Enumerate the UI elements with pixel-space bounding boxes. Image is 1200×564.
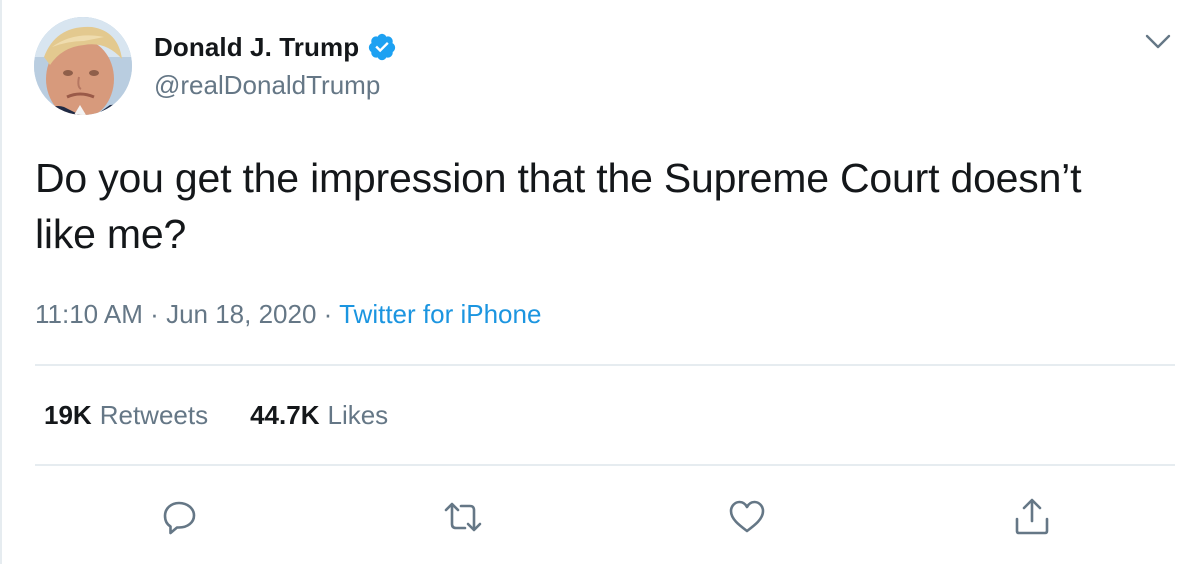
tweet-card: Donald J. Trump @realDonaldTrump Do you …: [0, 0, 1200, 564]
heart-icon: [729, 500, 765, 533]
retweets-label: Retweets: [99, 400, 209, 430]
tweet-date[interactable]: Jun 18, 2020: [166, 299, 316, 329]
author-name-row: Donald J. Trump: [154, 30, 397, 64]
meta-separator: ·: [150, 299, 159, 329]
likes-label: Likes: [327, 400, 389, 430]
tweet-meta: 11:10 AM · Jun 18, 2020 · Twitter for iP…: [35, 299, 541, 330]
retweets-count: 19K: [44, 400, 92, 430]
likes-count: 44.7K: [250, 400, 320, 430]
divider: [35, 364, 1175, 366]
retweet-icon: [444, 502, 482, 532]
likes-stat[interactable]: 44.7K Likes: [250, 400, 388, 431]
divider: [35, 464, 1175, 466]
share-button[interactable]: [1012, 497, 1052, 537]
avatar-image: [34, 17, 132, 115]
tweet-source-link[interactable]: Twitter for iPhone: [339, 299, 541, 329]
tweet-stats: 19K Retweets 44.7K Likes: [44, 400, 388, 431]
reply-button[interactable]: [160, 497, 200, 537]
verified-badge-icon: [367, 32, 397, 62]
tweet-time[interactable]: 11:10 AM: [35, 299, 143, 329]
retweets-stat[interactable]: 19K Retweets: [44, 400, 208, 431]
like-button[interactable]: [727, 497, 767, 537]
meta-separator: ·: [323, 299, 333, 329]
author-handle[interactable]: @realDonaldTrump: [154, 70, 380, 101]
retweet-button[interactable]: [443, 497, 483, 537]
share-icon: [1015, 498, 1049, 535]
tweet-actions: [2, 497, 1200, 537]
reply-icon: [163, 501, 196, 535]
chevron-down-icon[interactable]: [1144, 30, 1172, 52]
author-display-name[interactable]: Donald J. Trump: [154, 32, 359, 63]
tweet-text: Do you get the impression that the Supre…: [35, 155, 1082, 257]
author-avatar[interactable]: [34, 17, 132, 115]
